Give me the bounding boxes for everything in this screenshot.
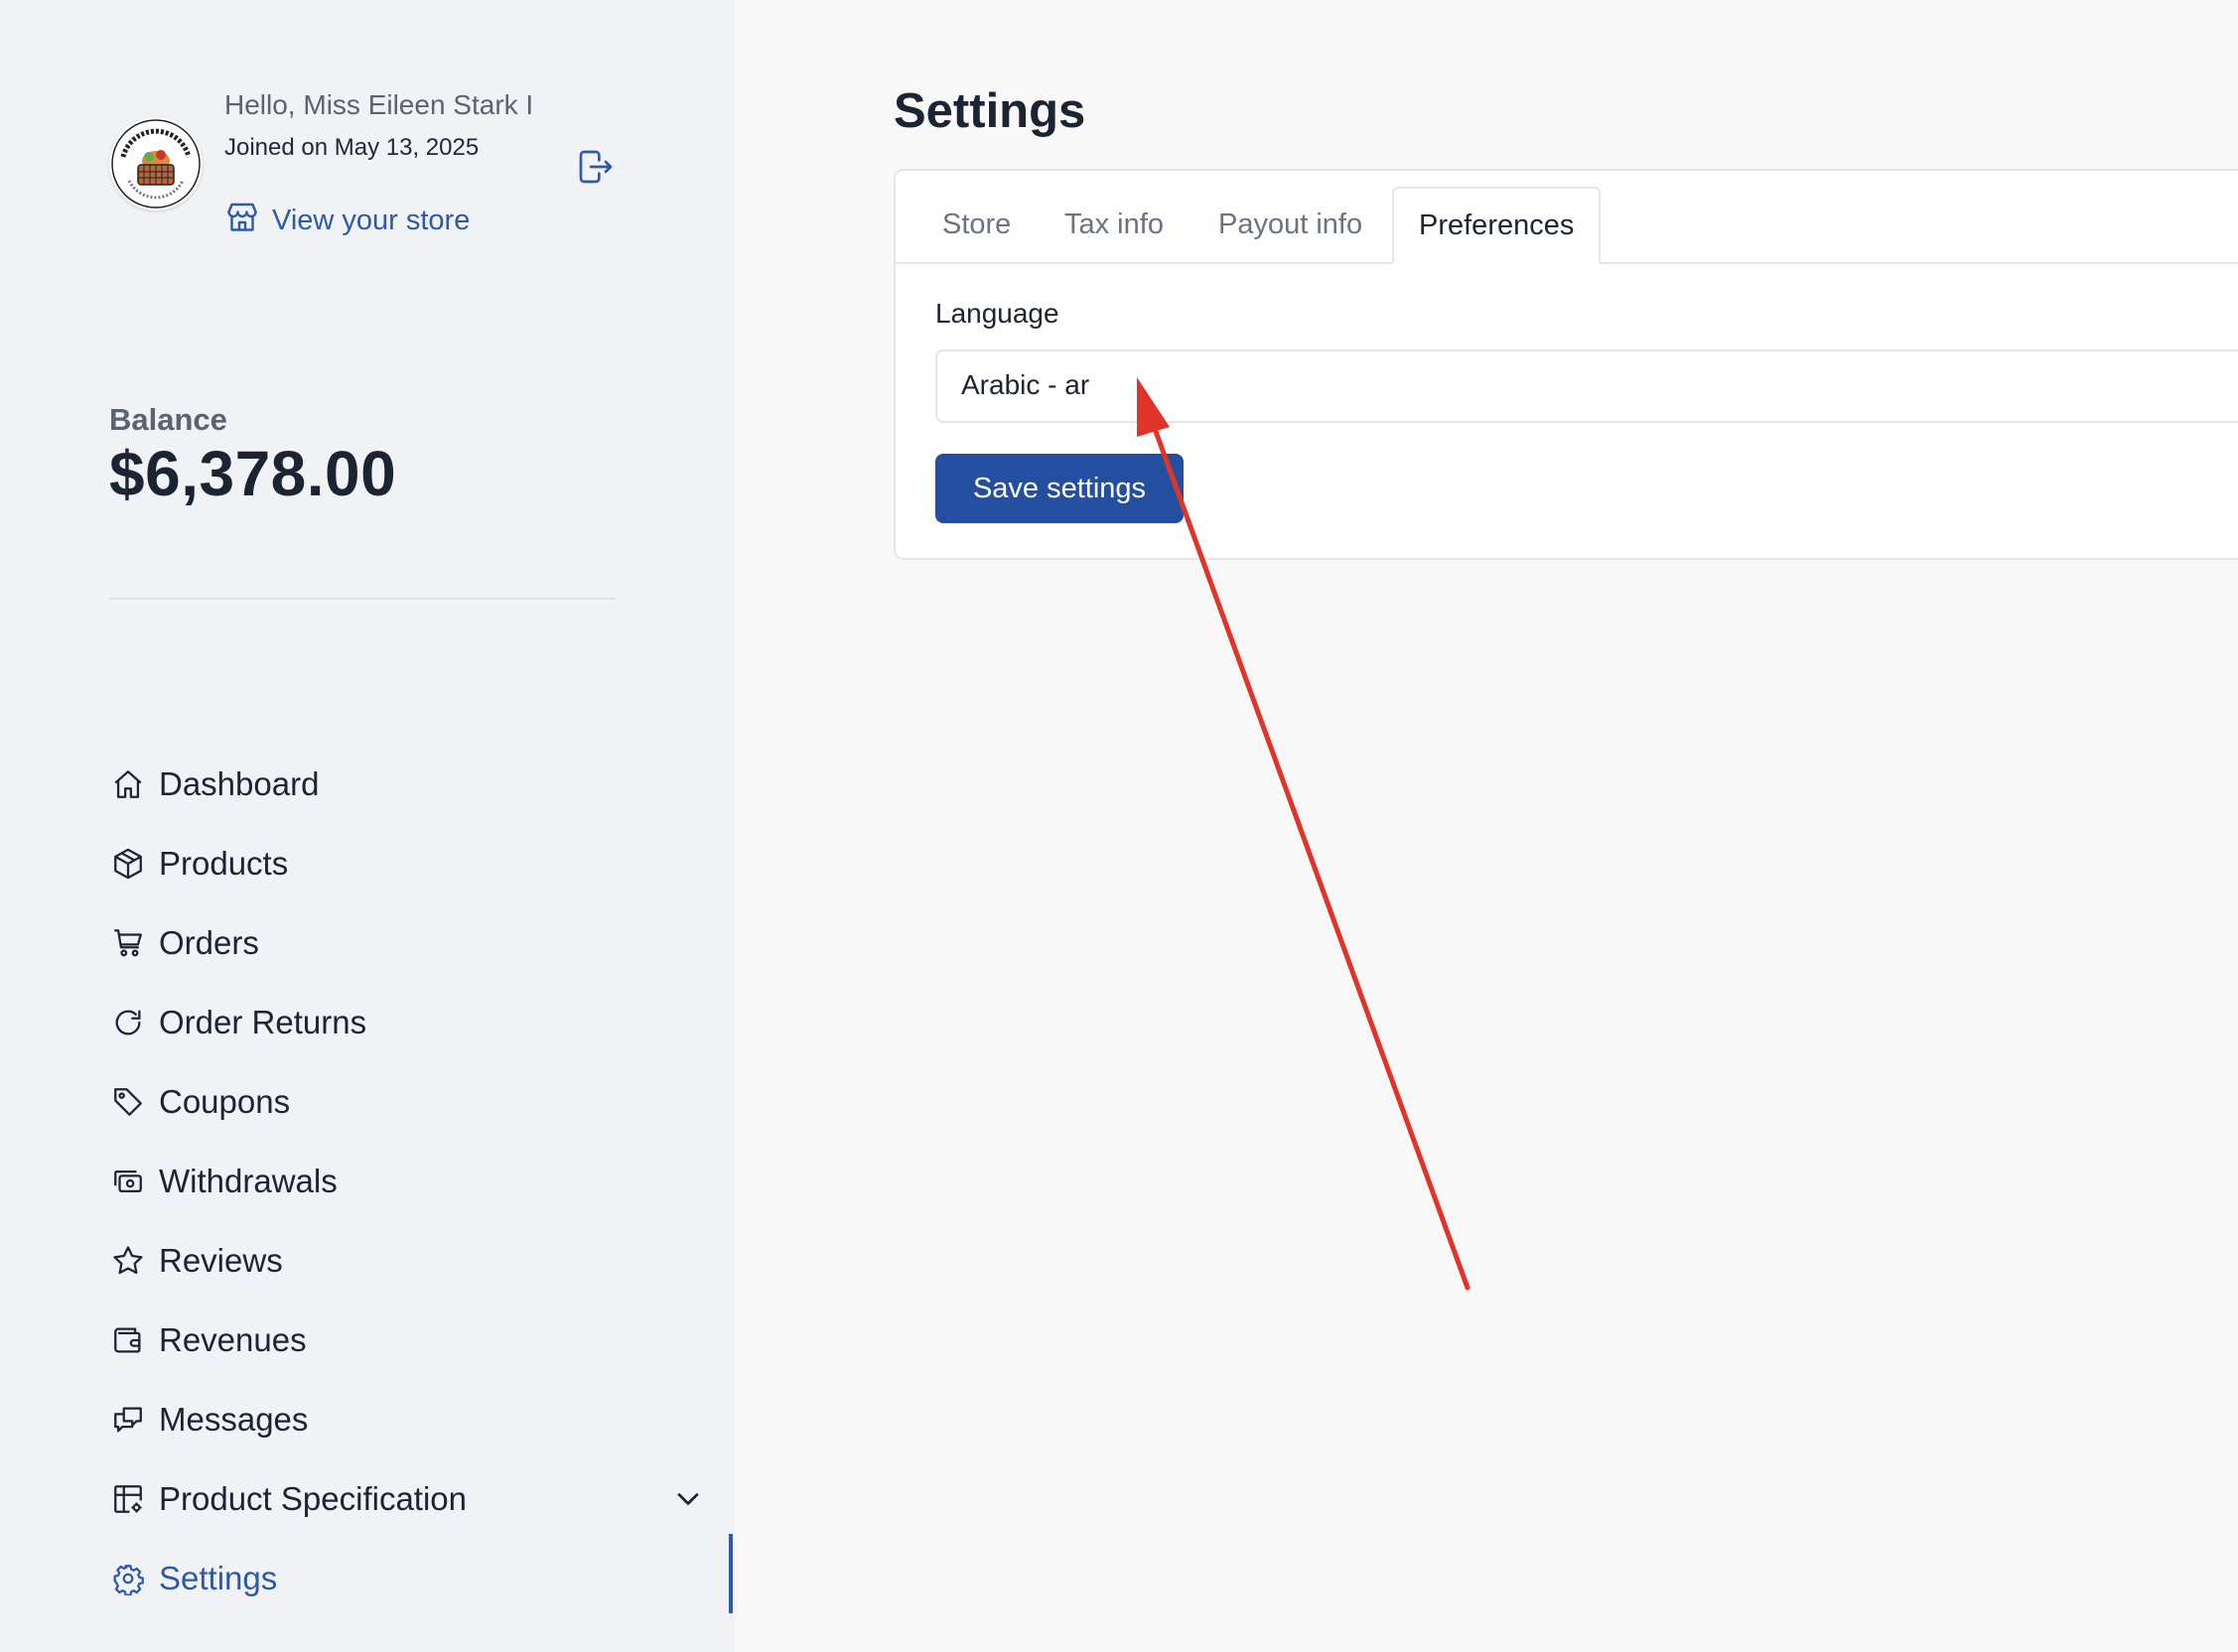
language-select[interactable]: Arabic - ar [935,349,2238,423]
sidebar-item-orders[interactable]: Orders [109,903,705,983]
sidebar-item-label: Order Returns [159,1004,367,1040]
store-logo [109,117,203,210]
tab-tax-info[interactable]: Tax info [1064,208,1164,241]
profile-section: Hello, Miss Eileen Stark I Joined on May… [109,89,705,248]
tab-preferences[interactable]: Preferences [1392,187,1602,264]
cart-icon [109,924,147,962]
sidebar-item-messages[interactable]: Messages [109,1380,705,1459]
sidebar-item-label: Orders [159,924,259,961]
joined-date: Joined on May 13, 2025 [224,134,480,161]
sidebar-item-label: Settings [159,1560,278,1596]
language-select-value: Arabic - ar [961,369,1090,400]
view-store-link[interactable]: View your store [224,199,470,242]
sidebar-item-settings[interactable]: Settings [109,1539,705,1618]
sidebar-item-withdrawals[interactable]: Withdrawals [109,1142,705,1221]
storefront-icon [224,199,260,242]
sidebar-item-revenues[interactable]: Revenues [109,1301,705,1380]
sidebar-item-label: Dashboard [159,765,320,802]
sidebar-item-coupons[interactable]: Coupons [109,1062,705,1142]
home-icon [109,765,147,803]
star-icon [109,1242,147,1280]
sidebar-item-label: Coupons [159,1083,291,1120]
sidebar-item-dashboard[interactable]: Dashboard [109,745,705,824]
divider [109,598,616,600]
sidebar-item-label: Products [159,845,289,882]
sidebar-item-label: Product Specification [159,1480,468,1517]
messages-icon [109,1401,147,1439]
refresh-icon [109,1004,147,1041]
sidebar-item-reviews[interactable]: Reviews [109,1221,705,1301]
tag-icon [109,1083,147,1121]
tab-bar: Store Tax info Payout info Preferences [896,171,2238,264]
view-store-label: View your store [272,204,471,236]
sidebar-item-order-returns[interactable]: Order Returns [109,983,705,1062]
cash-icon [109,1163,147,1200]
table-settings-icon [109,1480,147,1518]
gear-icon [109,1560,147,1597]
sidebar-item-label: Withdrawals [159,1163,338,1199]
settings-card: Store Tax info Payout info Preferences L… [894,169,2238,560]
sidebar-item-products[interactable]: Products [109,824,705,903]
sidebar-item-label: Reviews [159,1242,283,1279]
logout-icon[interactable] [576,147,616,187]
greeting-text: Hello, Miss Eileen Stark I [224,89,534,120]
wallet-icon [109,1321,147,1359]
sidebar-item-label: Messages [159,1401,309,1438]
sidebar-item-product-specification[interactable]: Product Specification [109,1459,705,1539]
sidebar-nav: Dashboard Products Orders Order Returns … [109,745,705,1618]
save-settings-button[interactable]: Save settings [935,454,1184,523]
language-label: Language [935,298,1059,329]
tab-payout-info[interactable]: Payout info [1218,208,1362,241]
sidebar-item-label: Revenues [159,1321,307,1358]
cube-icon [109,845,147,883]
active-indicator [729,1534,733,1613]
balance-value: $6,378.00 [109,438,397,509]
tab-store[interactable]: Store [942,208,1011,241]
chevron-down-icon[interactable] [670,1481,706,1517]
balance-label: Balance [109,402,227,437]
sidebar: Hello, Miss Eileen Stark I Joined on May… [0,0,735,1652]
page-title: Settings [894,84,1086,138]
